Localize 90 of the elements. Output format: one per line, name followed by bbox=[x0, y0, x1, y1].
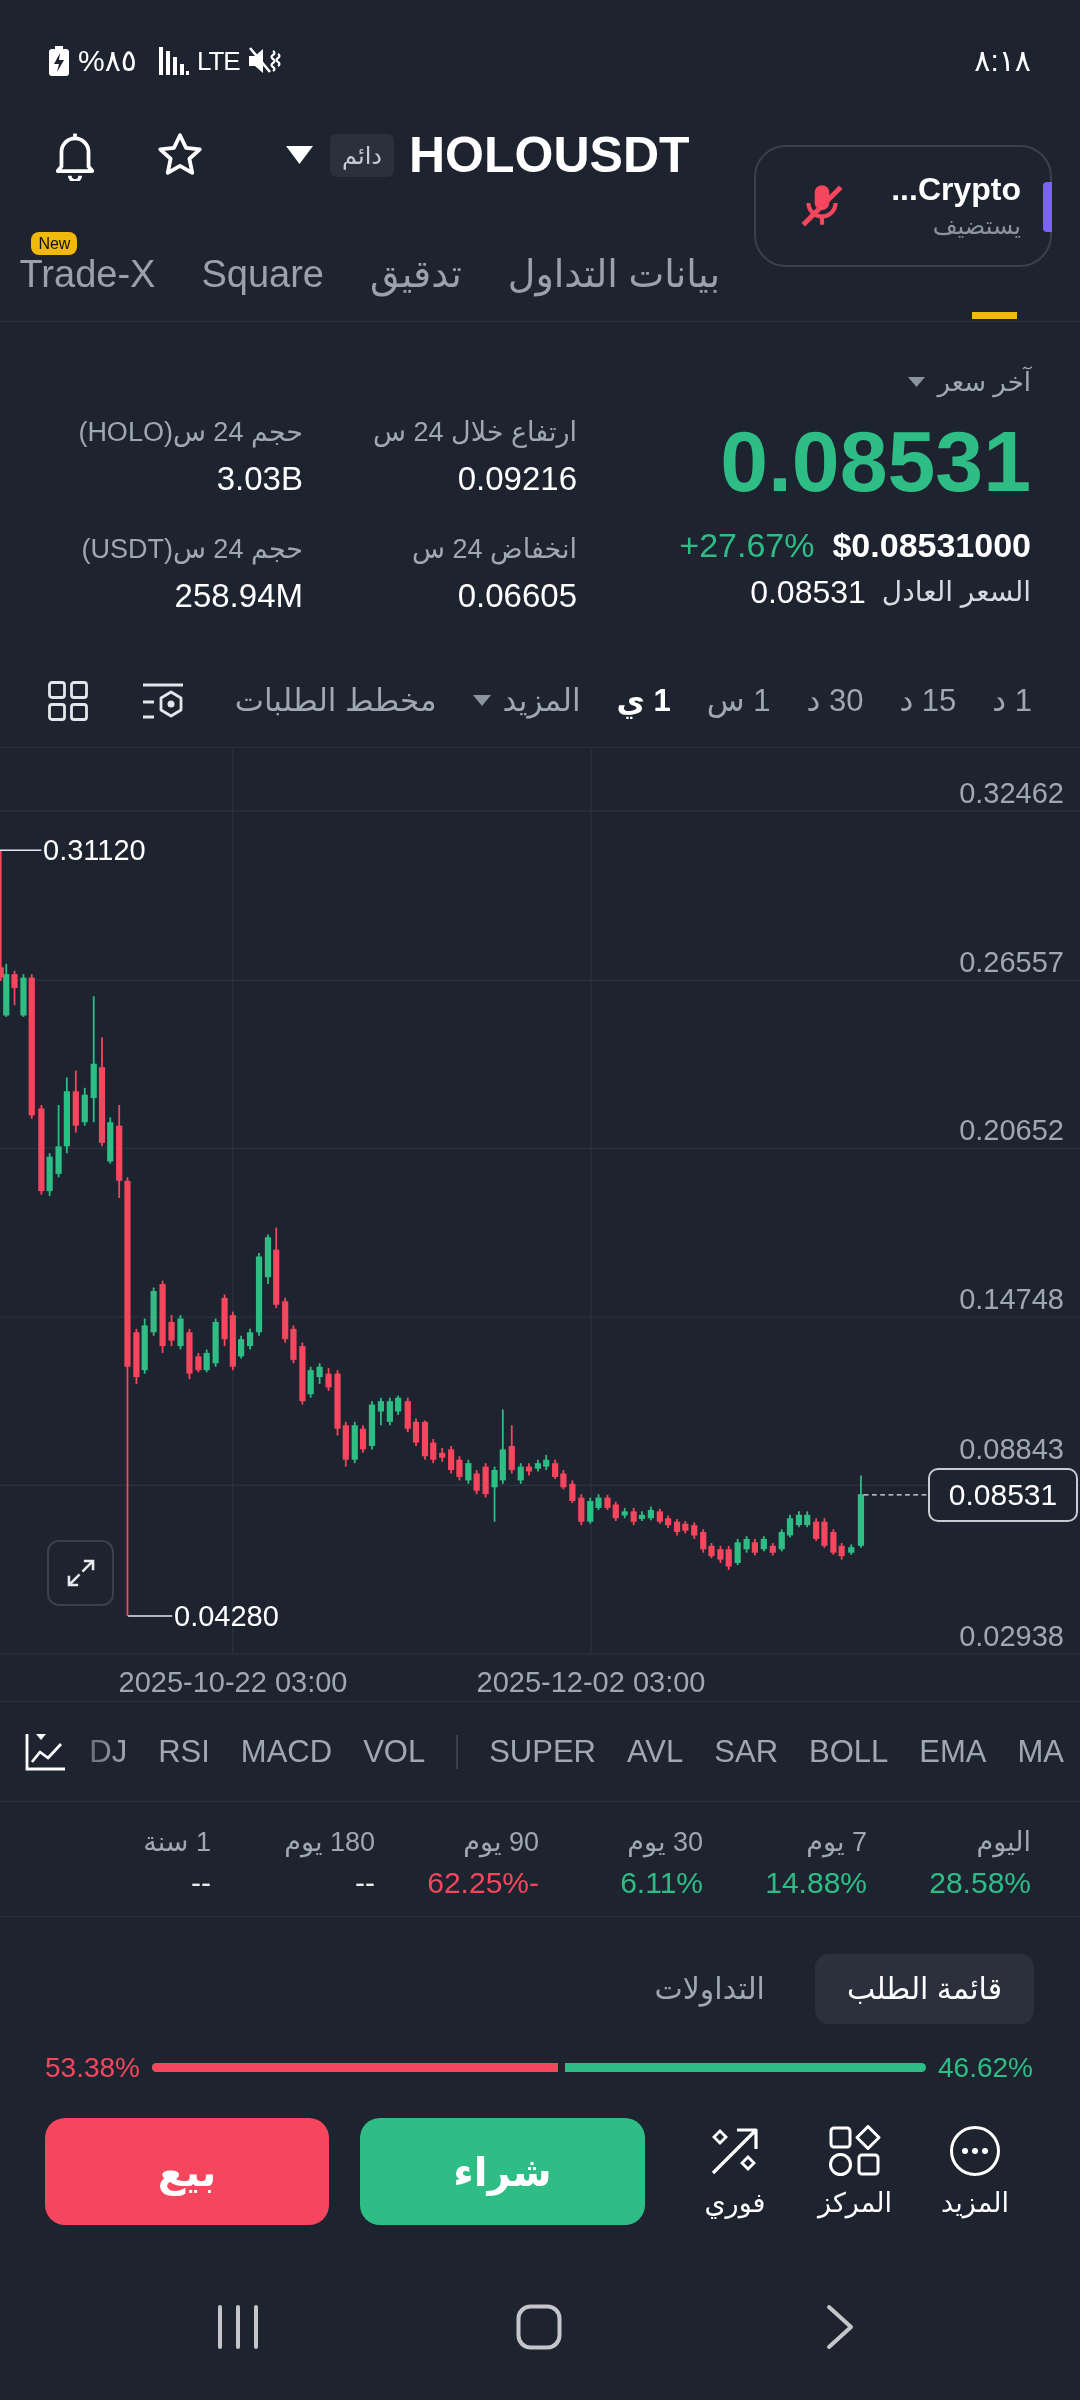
low-leader-line bbox=[127, 1615, 173, 1617]
indicator-tab[interactable]: MACD bbox=[240, 1729, 333, 1774]
indicator-tab[interactable]: AVL bbox=[627, 1729, 684, 1774]
last-price-line bbox=[863, 1494, 928, 1496]
book-tab[interactable]: التداولات bbox=[654, 1954, 765, 2024]
recent-apps-icon[interactable] bbox=[215, 2303, 260, 2350]
usd-price: $0.08531000 bbox=[832, 525, 1031, 566]
action-button[interactable]: فوري bbox=[685, 2118, 785, 2221]
expand-button[interactable] bbox=[47, 1540, 114, 1606]
period-label: 7 يوم bbox=[806, 1826, 867, 1860]
time-axis-label: 2025-10-22 03:00 bbox=[118, 1665, 348, 1699]
contract-type-badge: دائم bbox=[330, 133, 394, 177]
symbol-title[interactable]: HOLOUSDT bbox=[409, 125, 690, 185]
sell-button[interactable]: بيع bbox=[45, 2118, 329, 2225]
popup-title: Crypto... bbox=[891, 170, 1021, 209]
buy-ratio-label: 46.62% bbox=[938, 2050, 1033, 2085]
fair-price-label: السعر العادل bbox=[881, 575, 1031, 610]
interval-tab[interactable]: 15 د bbox=[899, 678, 957, 723]
muted-speaker-icon bbox=[247, 45, 282, 76]
price-change: +27.67% bbox=[679, 525, 815, 566]
indicator-tab[interactable]: SAR bbox=[714, 1729, 779, 1774]
shapes-icon[interactable] bbox=[829, 2125, 881, 2177]
battery-percent: ٨٥% bbox=[78, 43, 137, 78]
depth-chart-tab[interactable]: مخطط الطلبات bbox=[234, 678, 437, 723]
interval-tab[interactable]: 1 د bbox=[992, 678, 1032, 723]
period-label: 1 سنة bbox=[143, 1826, 211, 1859]
price-axis-label: 0.14748 bbox=[959, 1282, 1064, 1316]
time-axis-label: 2025-12-02 03:00 bbox=[476, 1665, 706, 1699]
caret-down-icon[interactable] bbox=[286, 146, 313, 164]
high-leader-line bbox=[0, 849, 43, 851]
fair-price-value: 0.08531 bbox=[750, 573, 866, 612]
tab[interactable]: تدقيق bbox=[369, 226, 462, 321]
period-label: 180 يوم bbox=[284, 1826, 375, 1860]
home-icon[interactable] bbox=[515, 2303, 562, 2350]
line-chart-icon[interactable] bbox=[24, 1731, 66, 1772]
indicator-tab[interactable]: EMA bbox=[919, 1729, 987, 1774]
period-label: اليوم bbox=[976, 1826, 1031, 1860]
last-price-tag: 0.08531 bbox=[928, 1468, 1078, 1522]
period-change: -- bbox=[355, 1865, 375, 1901]
indicator-tab[interactable]: DJ bbox=[89, 1729, 128, 1774]
stat-value: 3.03B bbox=[216, 459, 303, 499]
more-icon[interactable] bbox=[949, 2125, 1001, 2177]
new-badge: New bbox=[31, 232, 78, 255]
popup-subtitle: يستضيف bbox=[932, 211, 1021, 241]
tab[interactable]: Square bbox=[201, 226, 324, 321]
price-axis-label: 0.08843 bbox=[959, 1432, 1064, 1466]
tab[interactable]: New Trade-X bbox=[19, 226, 156, 321]
battery-charging-icon bbox=[48, 45, 70, 76]
stat-label: حجم 24 س(USDT) bbox=[81, 533, 303, 567]
interval-tab[interactable]: 30 د bbox=[806, 678, 864, 723]
stat-label: انخفاض 24 س bbox=[412, 533, 577, 567]
price-axis-label: 0.20652 bbox=[959, 1113, 1064, 1147]
stat-value: 0.06605 bbox=[457, 576, 577, 616]
indicator-tab[interactable]: MA bbox=[1017, 1729, 1064, 1774]
period-label: 30 يوم bbox=[627, 1826, 703, 1860]
grid-icon[interactable] bbox=[48, 680, 88, 721]
interval-tab[interactable]: 1 ي bbox=[616, 678, 671, 723]
clock-time: ٨:١٨ bbox=[974, 43, 1031, 78]
interval-tab[interactable]: 1 س bbox=[706, 678, 771, 723]
action-button[interactable]: المزيد bbox=[925, 2118, 1025, 2221]
low-price-label: 0.04280 bbox=[174, 1599, 279, 1633]
indicator-tab[interactable]: BOLL bbox=[809, 1729, 889, 1774]
more-dropdown[interactable]: المزيد bbox=[472, 678, 581, 723]
sell-ratio-label: 53.38% bbox=[45, 2050, 140, 2085]
indicator-tab[interactable]: SUPER bbox=[489, 1729, 596, 1774]
stat-label: حجم 24 س(HOLO) bbox=[78, 416, 303, 450]
period-change: 14.88% bbox=[765, 1865, 867, 1901]
period-change: -- bbox=[191, 1865, 211, 1901]
period-label: 90 يوم bbox=[463, 1826, 539, 1860]
indicator-tab[interactable]: VOL bbox=[363, 1729, 426, 1774]
back-icon[interactable] bbox=[825, 2303, 854, 2350]
stat-label: ارتفاع خلال 24 س bbox=[373, 416, 577, 450]
price-axis-label: 0.32462 bbox=[959, 776, 1064, 810]
network-type: LTE bbox=[196, 45, 240, 76]
price-axis-label: 0.26557 bbox=[959, 945, 1064, 979]
period-change: -62.25% bbox=[427, 1865, 539, 1901]
last-price: 0.08531 bbox=[720, 421, 1031, 501]
tab[interactable]: بيانات التداول bbox=[507, 226, 720, 321]
price-axis-label: 0.02938 bbox=[959, 1619, 1064, 1653]
stat-value: 0.09216 bbox=[457, 459, 577, 499]
period-change: 28.58% bbox=[929, 1865, 1031, 1901]
book-tab[interactable]: قائمة الطلب bbox=[814, 1954, 1034, 2024]
period-change: 6.11% bbox=[620, 1865, 703, 1901]
last-price-label[interactable]: آخر سعر bbox=[937, 362, 1031, 402]
indicator-tab[interactable]: RSI bbox=[158, 1729, 210, 1774]
action-button[interactable]: المركز bbox=[805, 2118, 905, 2221]
stat-value: 258.94M bbox=[174, 576, 303, 616]
diagonal-arrow-icon[interactable] bbox=[709, 2125, 761, 2177]
high-price-label: 0.31120 bbox=[43, 833, 146, 867]
signal-icon bbox=[158, 46, 189, 75]
